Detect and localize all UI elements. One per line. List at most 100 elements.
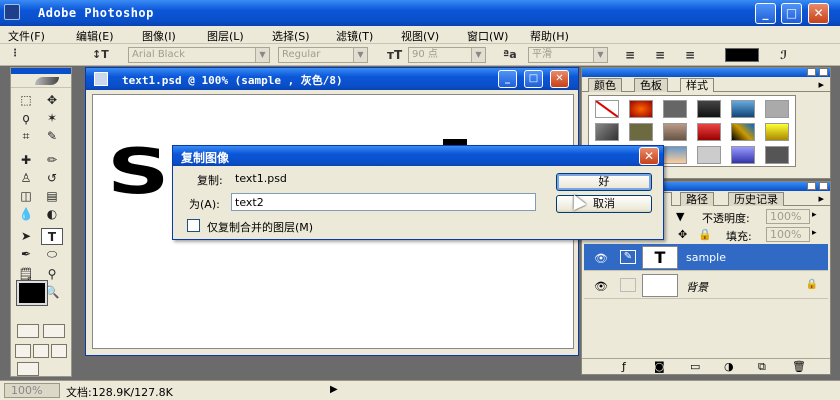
merged-layers-checkbox[interactable] <box>187 219 200 232</box>
dodge-tool-icon[interactable]: ◐ <box>41 206 63 223</box>
foreground-color-swatch[interactable] <box>16 280 48 306</box>
layer-row-sample[interactable]: 👁 ✎ T sample <box>584 244 828 271</box>
trash-icon[interactable]: 🗑 <box>792 360 806 373</box>
antialias-select[interactable]: 平滑 ▼ <box>528 47 608 63</box>
style-none-swatch[interactable] <box>595 100 619 118</box>
screen-mode-1-button[interactable] <box>15 344 31 358</box>
opacity-arrow-icon[interactable]: ▸ <box>812 210 817 220</box>
gradient-tool-icon[interactable]: ▤ <box>41 188 63 205</box>
menu-filter[interactable]: 滤镜(T) <box>336 28 373 44</box>
slice-tool-icon[interactable]: ✎ <box>41 128 63 145</box>
standard-mode-button[interactable] <box>17 324 39 338</box>
type-tool-icon[interactable]: T <box>41 228 63 245</box>
ellipse-tool-icon[interactable]: ⬭ <box>41 246 63 263</box>
style-swatch[interactable] <box>663 100 687 118</box>
style-swatch[interactable] <box>765 123 789 141</box>
warp-text-icon[interactable]: ℐ <box>780 48 787 62</box>
lasso-tool-icon[interactable]: ϙ <box>15 110 37 127</box>
style-swatch[interactable] <box>731 146 755 164</box>
menu-help[interactable]: 帮助(H) <box>530 28 569 44</box>
palette-minimize-icon[interactable] <box>807 68 816 76</box>
style-swatch[interactable] <box>697 146 721 164</box>
lock-position-icon[interactable]: ✥ <box>678 228 687 241</box>
screen-mode-3-button[interactable] <box>51 344 67 358</box>
screen-mode-2-button[interactable] <box>33 344 49 358</box>
blend-mode-chevron-icon[interactable]: ▼ <box>676 210 684 223</box>
layer-row-background[interactable]: 👁 背景 🔒 <box>584 272 828 299</box>
brush-tool-icon[interactable]: ✏ <box>41 152 63 169</box>
tab-styles[interactable]: 样式 <box>680 78 714 92</box>
history-brush-icon[interactable]: ↺ <box>41 170 63 187</box>
move-tool-icon[interactable]: ✥ <box>41 92 63 109</box>
menu-image[interactable]: 图像(I) <box>142 28 176 44</box>
palette-menu-icon[interactable]: ▸ <box>818 78 824 91</box>
layer-style-icon[interactable]: ƒ <box>622 360 626 373</box>
style-swatch[interactable] <box>697 100 721 118</box>
fill-input[interactable]: 100% <box>766 227 810 242</box>
font-size-select[interactable]: 90 点 ▼ <box>408 47 486 63</box>
doc-minimize-button[interactable]: _ <box>498 70 517 88</box>
tab-color[interactable]: 颜色 <box>588 78 622 92</box>
font-style-select[interactable]: Regular ▼ <box>278 47 368 63</box>
quick-mask-button[interactable] <box>43 324 65 338</box>
style-swatch[interactable] <box>765 146 789 164</box>
duplicate-name-input[interactable]: text2 <box>231 193 536 211</box>
style-swatch[interactable] <box>595 123 619 141</box>
style-swatch[interactable] <box>731 100 755 118</box>
opacity-input[interactable]: 100% <box>766 209 810 224</box>
align-right-icon[interactable]: ≡ <box>685 48 695 62</box>
pen-tool-icon[interactable]: ✒ <box>15 246 37 263</box>
marquee-tool-icon[interactable]: ⬚ <box>15 92 37 109</box>
blur-tool-icon[interactable]: 💧 <box>15 206 37 223</box>
style-swatch[interactable] <box>731 123 755 141</box>
imageready-jump-button[interactable] <box>17 362 39 376</box>
palette-close-icon[interactable] <box>819 182 828 190</box>
menu-layer[interactable]: 图层(L) <box>207 28 244 44</box>
zoom-input[interactable]: 100% <box>4 383 60 398</box>
text-color-swatch[interactable] <box>725 48 759 62</box>
palette-close-icon[interactable] <box>819 68 828 76</box>
style-swatch[interactable] <box>629 123 653 141</box>
eraser-tool-icon[interactable]: ◫ <box>15 188 37 205</box>
healing-brush-icon[interactable]: ✚ <box>15 152 37 169</box>
lock-all-icon[interactable]: 🔒 <box>698 228 712 241</box>
menu-file[interactable]: 文件(F) <box>8 28 45 44</box>
visibility-eye-icon[interactable]: 👁 <box>594 252 608 265</box>
style-swatch[interactable] <box>663 123 687 141</box>
path-selection-icon[interactable]: ➤ <box>15 228 37 245</box>
menu-edit[interactable]: 编辑(E) <box>76 28 114 44</box>
font-family-select[interactable]: Arial Black ▼ <box>128 47 270 63</box>
fill-arrow-icon[interactable]: ▸ <box>812 228 817 238</box>
menu-select[interactable]: 选择(S) <box>272 28 310 44</box>
tab-history[interactable]: 历史记录 <box>728 192 784 206</box>
style-swatch[interactable] <box>663 146 687 164</box>
style-swatch[interactable] <box>629 100 653 118</box>
adjustment-layer-icon[interactable]: ◑ <box>724 360 734 373</box>
doc-close-button[interactable]: ✕ <box>550 70 569 88</box>
close-button[interactable]: ✕ <box>808 3 829 24</box>
tab-paths[interactable]: 路径 <box>680 192 714 206</box>
palette-minimize-icon[interactable] <box>807 182 816 190</box>
status-menu-arrow-icon[interactable]: ▶ <box>330 384 338 395</box>
text-orientation-icon[interactable]: ↕T <box>92 48 109 61</box>
crop-tool-icon[interactable]: ⌗ <box>15 128 37 145</box>
minimize-button[interactable]: _ <box>755 3 776 24</box>
menu-view[interactable]: 视图(V) <box>401 28 439 44</box>
maximize-button[interactable]: □ <box>781 3 802 24</box>
layer-mask-icon[interactable]: ◙ <box>654 360 665 373</box>
dialog-close-button[interactable]: ✕ <box>639 147 659 165</box>
tab-swatches[interactable]: 色板 <box>634 78 668 92</box>
magic-wand-icon[interactable]: ✶ <box>41 110 63 127</box>
new-set-icon[interactable]: ▭ <box>690 360 700 373</box>
new-layer-icon[interactable]: ⧉ <box>758 360 766 374</box>
clone-stamp-icon[interactable]: ♙ <box>15 170 37 187</box>
ok-button[interactable]: 好 <box>556 173 652 191</box>
menu-window[interactable]: 窗口(W) <box>467 28 508 44</box>
align-center-icon[interactable]: ≡ <box>655 48 665 62</box>
style-swatch[interactable] <box>697 123 721 141</box>
visibility-eye-icon[interactable]: 👁 <box>594 280 608 293</box>
style-swatch[interactable] <box>765 100 789 118</box>
palette-menu-icon[interactable]: ▸ <box>818 192 824 205</box>
align-left-icon[interactable]: ≡ <box>625 48 635 62</box>
doc-maximize-button[interactable]: □ <box>524 70 543 88</box>
